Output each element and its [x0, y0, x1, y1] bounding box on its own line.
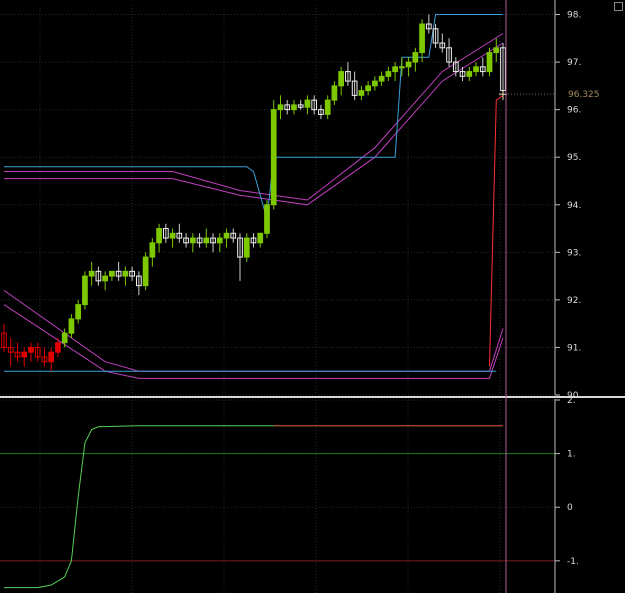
- candle-body: [412, 52, 419, 63]
- candle-body: [68, 318, 75, 334]
- candle-body: [122, 270, 129, 277]
- candle-body: [169, 232, 176, 239]
- candle-body: [392, 66, 398, 73]
- price-tick-label: 96.: [567, 106, 581, 116]
- osc-series: [4, 425, 503, 589]
- price-tick-label: 95.: [567, 153, 581, 163]
- candle-body: [189, 237, 196, 244]
- candle-body: [385, 71, 392, 77]
- candle-body: [61, 332, 68, 344]
- candle-body: [365, 85, 371, 92]
- candle-body: [398, 66, 405, 69]
- close-line-path: [489, 94, 504, 367]
- osc-tick-label: 1.: [567, 450, 576, 460]
- candle-body: [55, 342, 61, 353]
- band_upper_1: [4, 33, 504, 201]
- oscillator-grid: [0, 399, 555, 593]
- candle-body: [277, 104, 284, 111]
- current-price-label: 96.325: [568, 90, 600, 100]
- candle-body: [324, 99, 331, 115]
- candle-body: [156, 228, 162, 244]
- candle-body: [149, 242, 156, 258]
- candle-body: [21, 351, 28, 358]
- candle-body: [372, 80, 378, 87]
- oscillator-line: [4, 425, 503, 589]
- band_upper_2: [4, 42, 504, 206]
- candle-body: [270, 109, 277, 206]
- grid-lines: [0, 5, 555, 396]
- candle-body: [142, 256, 149, 287]
- candle-body: [466, 71, 473, 77]
- bollinger-bands: [3, 33, 504, 379]
- candle-body: [257, 232, 264, 244]
- candle-body: [102, 275, 109, 282]
- close-line: [489, 94, 504, 367]
- price-tick-label: 92.: [567, 296, 581, 306]
- candle-body: [109, 270, 115, 277]
- candle-body: [75, 304, 82, 320]
- osc-tick-label: 0: [567, 503, 573, 513]
- candle-body: [216, 237, 223, 244]
- panel-corner-box[interactable]: [614, 2, 623, 11]
- price-tick-label: 98.: [567, 11, 581, 21]
- osc-tick-label: 2.: [567, 396, 576, 406]
- candle-body: [48, 351, 55, 363]
- price-tick-label: 93.: [567, 248, 581, 258]
- oscillator-axis[interactable]: 2. 1. 0 -1.: [554, 396, 579, 593]
- candle-body: [223, 232, 230, 239]
- candle-body: [82, 275, 88, 306]
- candle-body: [243, 237, 250, 258]
- candle-body: [473, 66, 479, 73]
- price-tick-label: 91.: [567, 343, 581, 353]
- candle-body: [419, 23, 425, 54]
- price-tick-label: 94.: [567, 201, 581, 211]
- chart-canvas: 98.97.96.95.94.93.92.91.90. 2.1.0-1. 96.…: [0, 0, 625, 593]
- candle-body: [486, 52, 493, 73]
- upper-channel: [4, 14, 503, 220]
- candle-body: [338, 71, 345, 87]
- candle-body: [358, 90, 365, 96]
- candle-body: [88, 270, 95, 277]
- price-axis[interactable]: 98.97.96.95.94.93.92.91.90.: [554, 0, 581, 401]
- candle-body: [493, 47, 500, 54]
- candle-body: [304, 99, 311, 108]
- osc-tick-label: -1.: [567, 557, 579, 567]
- current-price-marker: [499, 90, 555, 99]
- candle-body: [378, 75, 385, 82]
- candle-body: [28, 346, 34, 353]
- candle-body: [405, 61, 412, 68]
- candle-body: [203, 237, 210, 244]
- candle-body: [331, 85, 338, 101]
- band_lower_1: [3, 289, 504, 372]
- price-tick-label: 97.: [567, 58, 581, 68]
- candle-body: [264, 204, 270, 234]
- candle-body: [291, 104, 297, 111]
